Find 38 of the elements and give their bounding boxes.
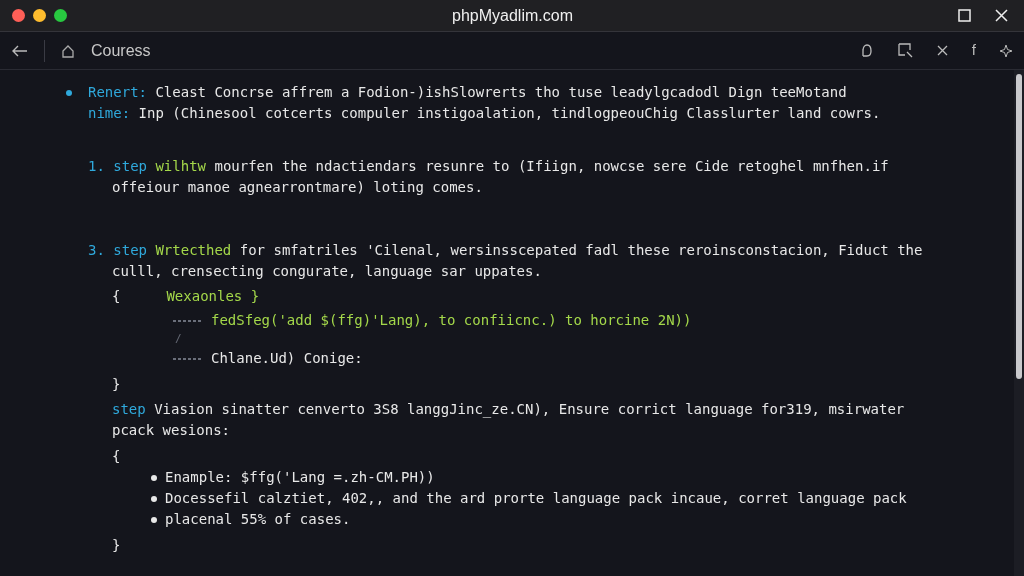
text-line: Renert: Cleast Concrse affrem a Fodion-)ishSlowrerts tho tuse leadylgcadodl Dign teeMotand xyxy=(88,84,847,100)
bullet-dot xyxy=(151,496,157,502)
text-line: pcack wesions: xyxy=(112,422,230,438)
maximize-icon[interactable] xyxy=(958,9,971,22)
text-line: step Viasion sinatter cenverto 3S8 langgJinc_ze.CN), Ensure corrict language for319, msirwater xyxy=(112,401,905,417)
zoom-dot[interactable] xyxy=(54,9,67,22)
list-item-text: Docessefil calztiet, 402,, and the ard prorte language pack incaue, corret language pack xyxy=(165,490,907,506)
home-icon[interactable] xyxy=(61,43,75,58)
bullet-dot xyxy=(151,475,157,481)
list-number: 1. xyxy=(88,158,106,174)
close-icon[interactable] xyxy=(936,45,948,56)
brace-text: } xyxy=(112,376,121,392)
text-line: step wilhtw mourfen the ndactiendars resunre to (Ifiign, nowcse sere Cide retoghel mnfhen.if xyxy=(113,158,889,174)
minimize-dot[interactable] xyxy=(33,9,46,22)
bullet-dot xyxy=(151,517,157,523)
code-line: fedSfeg('add $(ffg)'Lang), to confiicnc.) to horcine 2N)) xyxy=(211,311,692,330)
code-label: Wexaonles } xyxy=(166,288,260,304)
bullet-dot xyxy=(66,90,72,96)
back-arrow-icon[interactable] xyxy=(12,44,28,57)
close-dot[interactable] xyxy=(12,9,25,22)
window-title: phpMyadlim.com xyxy=(452,6,573,24)
select-icon[interactable] xyxy=(897,43,913,58)
text-line: offeiour manoe agnearrontmare) loting comes. xyxy=(112,179,483,195)
brace-text: { xyxy=(112,448,121,464)
list-number: 3. xyxy=(88,242,106,258)
text-line: step Wrtecthed for smfatriles 'Cilenal, wersinsscepated fadl these reroinsconstacion, Fiduct the xyxy=(113,242,923,258)
list-item-text: placenal 55% of cases. xyxy=(165,511,351,527)
text-line: culll, crensecting congurate, language sar uppates. xyxy=(112,263,542,279)
sparkle-icon[interactable] xyxy=(1000,44,1012,57)
list-item-text: Enample: $ffg('Lang =.zh-CM.PH)) xyxy=(165,469,435,485)
page-title: Couress xyxy=(91,40,151,61)
brace-text: { xyxy=(112,288,121,304)
share-button[interactable]: f xyxy=(971,39,976,62)
code-line: Chlane.Ud) Conige: xyxy=(211,349,363,368)
text-line: nime: Inp (Chinesool cotcerts compuler instigoalation, tindlogpeouChig Classlurter land cowrs. xyxy=(88,105,881,121)
brace-text: } xyxy=(112,537,121,553)
scrollbar[interactable] xyxy=(1014,70,1024,576)
dim-mark: / xyxy=(175,332,182,345)
